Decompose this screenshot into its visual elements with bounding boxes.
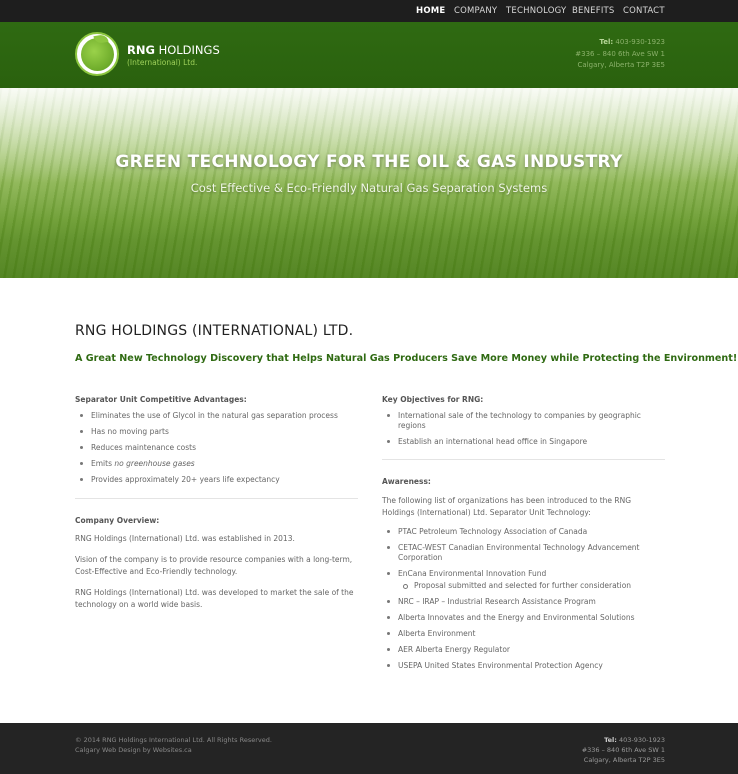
footer-copyright-block: © 2014 RNG Holdings International Ltd. A…	[75, 735, 272, 755]
hero-title: GREEN TECHNOLOGY FOR THE OIL & GAS INDUS…	[115, 152, 623, 172]
footer-contact: Tel: 403-930-1923 #336 – 840 6th Ave SW …	[582, 735, 665, 765]
list-item: AER Alberta Energy Regulator	[382, 645, 665, 655]
hero-banner: GREEN TECHNOLOGY FOR THE OIL & GAS INDUS…	[0, 88, 738, 278]
footer-copyright: © 2014 RNG Holdings International Ltd. A…	[75, 736, 272, 744]
divider	[75, 497, 358, 499]
list-item: Alberta Environment	[382, 629, 665, 639]
advantages-list: Eliminates the use of Glycol in the natu…	[75, 411, 358, 485]
footer-address-line1: #336 – 840 6th Ave SW 1	[581, 746, 665, 754]
overview-body: RNG Holdings (International) Ltd. was es…	[75, 533, 358, 611]
list-item: Establish an international head office i…	[382, 437, 665, 447]
top-nav: HOME COMPANY TECHNOLOGY BENEFITS CONTACT	[0, 0, 738, 22]
globe-icon	[81, 38, 114, 71]
brand-name-rest: HOLDINGS	[154, 43, 220, 57]
nav-company[interactable]: COMPANY	[454, 6, 497, 16]
overview-paragraph: Vision of the company is to provide reso…	[75, 555, 353, 576]
nav-technology[interactable]: TECHNOLOGY	[506, 6, 566, 16]
site-footer: © 2014 RNG Holdings International Ltd. A…	[0, 723, 738, 774]
footer-tel-label: Tel:	[604, 736, 617, 744]
list-item: EnCana Environmental Innovation Fund Pro…	[382, 569, 665, 591]
header-address-line2: Calgary, Alberta T2P 3E5	[577, 61, 665, 69]
divider	[382, 459, 665, 460]
globe-leaf-logo-icon[interactable]	[75, 32, 119, 76]
nav-home[interactable]: HOME	[416, 6, 445, 16]
brand-name-bold: RNG	[127, 43, 155, 57]
encana-label: EnCana Environmental Innovation Fund	[398, 568, 547, 578]
brand-name[interactable]: RNG HOLDINGS	[127, 43, 220, 57]
awareness-list: PTAC Petroleum Technology Association of…	[382, 527, 665, 671]
awareness-intro: The following list of organizations has …	[382, 496, 632, 517]
footer-credit-link[interactable]: Calgary Web Design by Websites.ca	[75, 745, 272, 755]
left-column: Separator Unit Competitive Advantages: E…	[75, 395, 358, 620]
list-item: International sale of the technology to …	[382, 411, 665, 430]
header-phone: Tel: 403-930-1923	[575, 37, 665, 49]
objectives-list: International sale of the technology to …	[382, 411, 665, 446]
header-contact: Tel: 403-930-1923 #336 – 840 6th Ave SW …	[575, 37, 665, 72]
list-item: Alberta Innovates and the Energy and Env…	[382, 613, 665, 623]
emits-emphasis: no greenhouse gases	[114, 459, 195, 468]
brand-subtitle: (International) Ltd.	[127, 58, 198, 67]
emits-label: Emits	[91, 459, 115, 468]
list-item: PTAC Petroleum Technology Association of…	[382, 527, 665, 537]
list-item: Reduces maintenance costs	[75, 443, 358, 453]
page-tagline: A Great New Technology Discovery that He…	[75, 353, 738, 364]
list-item: Has no moving parts	[75, 427, 358, 437]
page-title: RNG HOLDINGS (INTERNATIONAL) LTD.	[75, 323, 354, 339]
list-item: Provides approximately 20+ years life ex…	[75, 475, 358, 485]
footer-phone: Tel: 403-930-1923	[582, 735, 665, 745]
right-column: Key Objectives for RNG: International sa…	[382, 395, 665, 677]
encana-sublist: Proposal submitted and selected for furt…	[398, 581, 665, 591]
list-item: USEPA United States Environmental Protec…	[382, 661, 665, 671]
list-item: CETAC-WEST Canadian Environmental Techno…	[382, 543, 665, 562]
list-item: Emits no greenhouse gases	[75, 459, 358, 469]
nav-benefits[interactable]: BENEFITS	[572, 6, 615, 16]
list-item: NRC – IRAP – Industrial Research Assista…	[382, 597, 665, 607]
objectives-title: Key Objectives for RNG:	[382, 395, 484, 404]
header-tel-label: Tel:	[599, 38, 614, 46]
advantages-title: Separator Unit Competitive Advantages:	[75, 395, 247, 404]
footer-tel-number: 403-930-1923	[616, 736, 665, 744]
overview-paragraph: RNG Holdings (International) Ltd. was es…	[75, 533, 295, 543]
header-tel-number: 403-930-1923	[613, 38, 665, 46]
site-header: RNG HOLDINGS (International) Ltd. Tel: 4…	[0, 22, 738, 88]
header-address-line1: #336 – 840 6th Ave SW 1	[575, 49, 665, 58]
awareness-title: Awareness:	[382, 477, 431, 486]
overview-paragraph: RNG Holdings (International) Ltd. was de…	[75, 588, 354, 609]
hero-subtitle: Cost Effective & Eco-Friendly Natural Ga…	[190, 181, 548, 195]
list-item: Eliminates the use of Glycol in the natu…	[75, 411, 358, 421]
footer-address-line2: Calgary, Alberta T2P 3E5	[583, 756, 665, 764]
overview-title: Company Overview:	[75, 515, 160, 525]
sub-list-item: Proposal submitted and selected for furt…	[398, 581, 665, 591]
nav-contact[interactable]: CONTACT	[623, 6, 665, 16]
